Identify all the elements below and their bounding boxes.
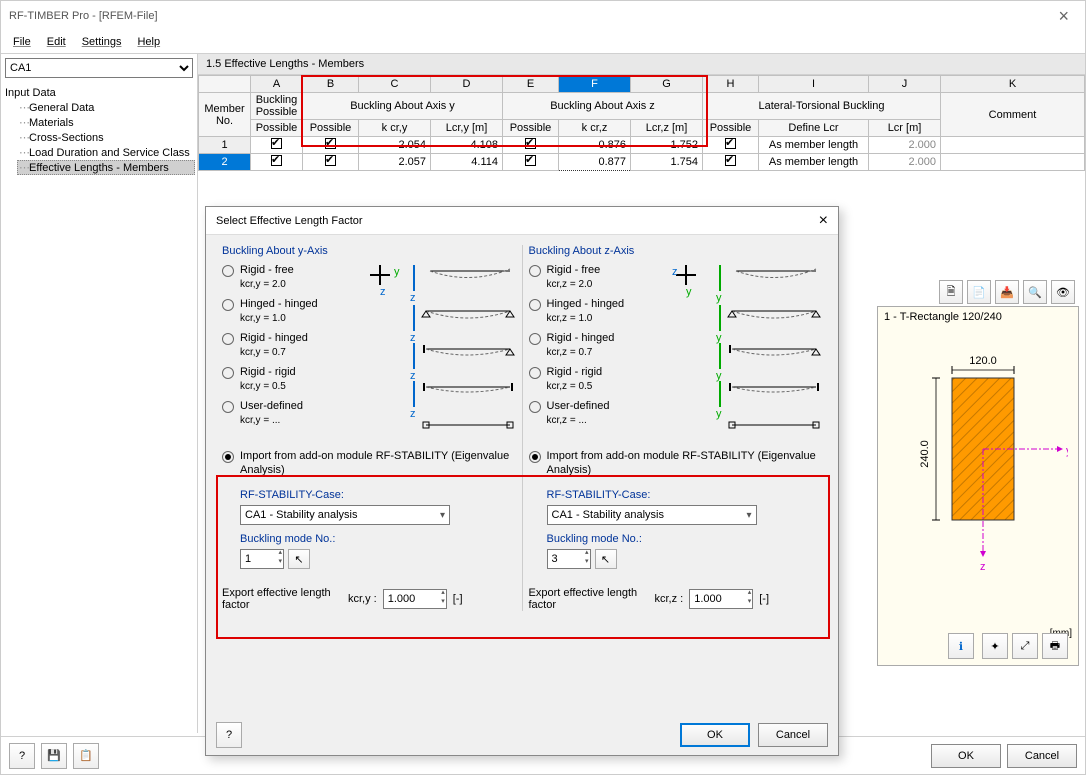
effective-length-dialog: Select Effective Length Factor × Bucklin… bbox=[205, 206, 839, 756]
menu-edit[interactable]: Edit bbox=[41, 34, 72, 50]
stability-case-select-y[interactable]: CA1 - Stability analysis bbox=[240, 505, 450, 525]
tree-load-duration[interactable]: ⋯Load Duration and Service Class bbox=[17, 145, 195, 160]
dialog-help-icon[interactable]: ? bbox=[216, 722, 242, 748]
close-icon[interactable]: × bbox=[1050, 6, 1077, 27]
svg-text:y: y bbox=[1066, 445, 1068, 457]
ok-button[interactable]: OK bbox=[931, 744, 1001, 768]
svg-text:y: y bbox=[394, 266, 400, 278]
svg-text:y: y bbox=[716, 408, 722, 420]
radio-user-defined-y[interactable]: User-definedkcr,y = ... bbox=[222, 397, 366, 431]
nav-tree: Input Data ⋯General Data ⋯Materials ⋯Cro… bbox=[1, 82, 197, 733]
menubar: File Edit Settings Help bbox=[1, 31, 1085, 53]
radio-rigid-free-z[interactable]: Rigid - freekcr,z = 2.0 bbox=[529, 261, 673, 295]
checkbox-icon bbox=[725, 138, 736, 149]
tree-cross-sections[interactable]: ⋯Cross-Sections bbox=[17, 130, 195, 145]
tool-filter-icon[interactable]: 🔍 bbox=[1023, 280, 1047, 304]
y-axis-title: Buckling About y-Axis bbox=[222, 245, 516, 261]
pick-mode-icon[interactable]: ↖ bbox=[595, 549, 617, 569]
tool-import-icon[interactable]: 📥 bbox=[995, 280, 1019, 304]
radio-hinged-hinged-y[interactable]: Hinged - hingedkcr,y = 1.0 bbox=[222, 295, 366, 329]
checkbox-icon bbox=[271, 138, 282, 149]
radio-rigid-hinged-z[interactable]: Rigid - hingedkcr,z = 0.7 bbox=[529, 329, 673, 363]
svg-text:y: y bbox=[716, 370, 722, 382]
dialog-ok-button[interactable]: OK bbox=[680, 723, 750, 747]
print-icon[interactable]: 🖶 bbox=[1042, 633, 1068, 659]
checkbox-icon bbox=[525, 155, 536, 166]
svg-text:z: z bbox=[980, 561, 986, 573]
window-titlebar: RF-TIMBER Pro - [RFEM-File] × bbox=[1, 1, 1085, 31]
svg-text:240.0: 240.0 bbox=[919, 440, 931, 468]
checkbox-icon bbox=[525, 138, 536, 149]
tool-view-icon[interactable]: 👁 bbox=[1051, 280, 1075, 304]
tool-sort-icon[interactable]: 🗎 bbox=[939, 280, 963, 304]
kcrz-output[interactable]: 1.000 bbox=[689, 589, 753, 609]
radio-import-y[interactable]: Import from add-on module RF-STABILITY (… bbox=[222, 447, 516, 481]
dim-icon[interactable]: ⤢ bbox=[1012, 633, 1038, 659]
svg-text:z: z bbox=[672, 266, 678, 278]
section-preview: 1 - T-Rectangle 120/240 120.0 240.0 y bbox=[877, 306, 1079, 666]
tree-effective-lengths[interactable]: ⋯Effective Lengths - Members bbox=[17, 160, 195, 175]
help-icon[interactable]: ? bbox=[9, 743, 35, 769]
dialog-cancel-button[interactable]: Cancel bbox=[758, 723, 828, 747]
z-axis-title: Buckling About z-Axis bbox=[529, 245, 823, 261]
axis-icon[interactable]: ✦ bbox=[982, 633, 1008, 659]
radio-rigid-rigid-y[interactable]: Rigid - rigidkcr,y = 0.5 bbox=[222, 363, 366, 397]
table-row: 2 2.057 4.114 0.877 1.754 As member leng… bbox=[199, 154, 1085, 171]
radio-rigid-hinged-y[interactable]: Rigid - hingedkcr,y = 0.7 bbox=[222, 329, 366, 363]
checkbox-icon bbox=[271, 155, 282, 166]
svg-text:y: y bbox=[686, 286, 692, 298]
radio-hinged-hinged-z[interactable]: Hinged - hingedkcr,z = 1.0 bbox=[529, 295, 673, 329]
tree-materials[interactable]: ⋯Materials bbox=[17, 115, 195, 130]
svg-text:z: z bbox=[410, 332, 416, 344]
members-grid[interactable]: A B C D E F G H I J K Member No. B bbox=[198, 75, 1085, 171]
buckling-diagrams-y-icon: y z z z z z bbox=[366, 261, 516, 441]
buckling-mode-z-input[interactable]: 3 bbox=[547, 549, 591, 569]
dialog-close-icon[interactable]: × bbox=[819, 212, 828, 230]
svg-text:z: z bbox=[410, 292, 416, 304]
checkbox-icon bbox=[325, 155, 336, 166]
page-title: 1.5 Effective Lengths - Members bbox=[198, 54, 1085, 75]
svg-text:z: z bbox=[410, 408, 416, 420]
list-icon[interactable]: 📋 bbox=[73, 743, 99, 769]
svg-text:z: z bbox=[410, 370, 416, 382]
checkbox-icon bbox=[725, 155, 736, 166]
buckling-diagrams-z-icon: z y y y y y bbox=[672, 261, 822, 441]
svg-text:y: y bbox=[716, 332, 722, 344]
info-icon[interactable]: ℹ bbox=[948, 633, 974, 659]
stability-case-select-z[interactable]: CA1 - Stability analysis bbox=[547, 505, 757, 525]
svg-text:y: y bbox=[716, 292, 722, 304]
radio-rigid-free-y[interactable]: Rigid - freekcr,y = 2.0 bbox=[222, 261, 366, 295]
menu-help[interactable]: Help bbox=[131, 34, 166, 50]
tool-export-icon[interactable]: 📄 bbox=[967, 280, 991, 304]
section-drawing-icon: 120.0 240.0 y z bbox=[888, 342, 1068, 602]
kcry-output[interactable]: 1.000 bbox=[383, 589, 447, 609]
checkbox-icon bbox=[325, 138, 336, 149]
dialog-title: Select Effective Length Factor bbox=[216, 215, 363, 227]
svg-text:z: z bbox=[380, 286, 386, 298]
preview-title: 1 - T-Rectangle 120/240 bbox=[878, 307, 1078, 327]
tree-general-data[interactable]: ⋯General Data bbox=[17, 100, 195, 115]
cancel-button[interactable]: Cancel bbox=[1007, 744, 1077, 768]
case-select[interactable]: CA1 bbox=[5, 58, 193, 78]
window-title: RF-TIMBER Pro - [RFEM-File] bbox=[9, 10, 158, 22]
tree-root[interactable]: Input Data bbox=[3, 86, 195, 100]
pick-mode-icon[interactable]: ↖ bbox=[288, 549, 310, 569]
radio-rigid-rigid-z[interactable]: Rigid - rigidkcr,z = 0.5 bbox=[529, 363, 673, 397]
radio-import-z[interactable]: Import from add-on module RF-STABILITY (… bbox=[529, 447, 823, 481]
radio-user-defined-z[interactable]: User-definedkcr,z = ... bbox=[529, 397, 673, 431]
menu-settings[interactable]: Settings bbox=[76, 34, 128, 50]
svg-text:120.0: 120.0 bbox=[969, 355, 997, 367]
table-row: 1 2.054 4.108 0.876 1.752 As member leng… bbox=[199, 137, 1085, 154]
save-icon[interactable]: 💾 bbox=[41, 743, 67, 769]
buckling-mode-y-input[interactable]: 1 bbox=[240, 549, 284, 569]
menu-file[interactable]: File bbox=[7, 34, 37, 50]
